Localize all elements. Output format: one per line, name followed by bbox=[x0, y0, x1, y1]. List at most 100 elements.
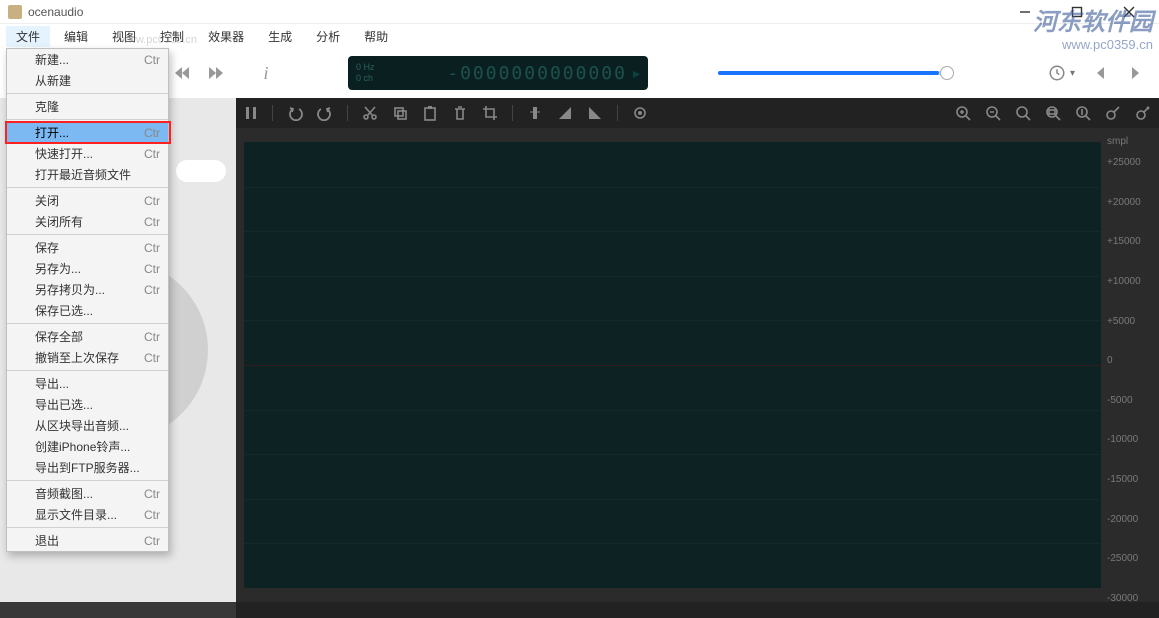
crop-icon[interactable] bbox=[482, 105, 498, 121]
menu-effects[interactable]: 效果器 bbox=[198, 26, 254, 47]
zoom-out-icon[interactable] bbox=[985, 105, 1001, 121]
menu-item-导出已选[interactable]: 导出已选... bbox=[7, 394, 168, 415]
menu-item-另存拷贝为[interactable]: 另存拷贝为...Ctr bbox=[7, 279, 168, 300]
tick: +5000 bbox=[1107, 316, 1155, 327]
paste-icon[interactable] bbox=[422, 105, 438, 121]
y-axis-ticks: +25000 +20000 +15000 +10000 +5000 0 -500… bbox=[1107, 157, 1155, 604]
menu-item-创建iPhone铃声[interactable]: 创建iPhone铃声... bbox=[7, 436, 168, 457]
menu-item-从新建[interactable]: 从新建 bbox=[7, 70, 168, 91]
transport-toolbar: i 0 Hz 0 ch -0000000000000 ▸ ▾ bbox=[0, 48, 1159, 98]
tick: +25000 bbox=[1107, 157, 1155, 168]
tick: +10000 bbox=[1107, 276, 1155, 287]
menu-item-shortcut: Ctr bbox=[144, 147, 160, 161]
menu-item-label: 保存 bbox=[35, 239, 59, 256]
tool2-icon[interactable] bbox=[1135, 105, 1151, 121]
history-button[interactable] bbox=[1048, 64, 1066, 82]
menu-separator bbox=[7, 234, 168, 235]
minimize-button[interactable] bbox=[1011, 2, 1039, 22]
menu-item-退出[interactable]: 退出 Ctr bbox=[7, 530, 168, 551]
menu-item-音频截图[interactable]: 音频截图...Ctr bbox=[7, 483, 168, 504]
menu-item-快速打开[interactable]: 快速打开...Ctr bbox=[7, 143, 168, 164]
menu-item-label: 保存已选... bbox=[35, 302, 93, 319]
menu-view[interactable]: 视图 bbox=[102, 26, 146, 47]
menu-item-shortcut: Ctr bbox=[144, 262, 160, 276]
redo-icon[interactable] bbox=[317, 105, 333, 121]
menu-item-保存全部[interactable]: 保存全部Ctr bbox=[7, 326, 168, 347]
info-button[interactable]: i bbox=[254, 61, 278, 85]
menu-item-打开最近音频文件[interactable]: 打开最近音频文件 bbox=[7, 164, 168, 185]
nav-back-button[interactable] bbox=[1093, 65, 1109, 81]
menu-item-shortcut: Ctr bbox=[144, 351, 160, 365]
menu-separator bbox=[7, 119, 168, 120]
window-controls bbox=[1011, 2, 1143, 22]
volume-slider[interactable] bbox=[718, 71, 948, 75]
delete-icon[interactable] bbox=[452, 105, 468, 121]
waveform-canvas[interactable] bbox=[244, 142, 1101, 588]
menu-item-克隆[interactable]: 克隆 bbox=[7, 96, 168, 117]
tick: -20000 bbox=[1107, 514, 1155, 525]
close-button[interactable] bbox=[1115, 2, 1143, 22]
canvas-toolbar bbox=[236, 98, 1159, 128]
forward-button[interactable] bbox=[204, 61, 228, 85]
menu-item-label: 另存为... bbox=[35, 260, 81, 277]
tool1-icon[interactable] bbox=[1105, 105, 1121, 121]
cut-icon[interactable] bbox=[362, 105, 378, 121]
menu-edit[interactable]: 编辑 bbox=[54, 26, 98, 47]
menu-control[interactable]: 控制 bbox=[150, 26, 194, 47]
menu-item-导出到FTP服务器[interactable]: 导出到FTP服务器... bbox=[7, 457, 168, 478]
menu-item-label: 从新建 bbox=[35, 72, 71, 89]
zoom-in-icon[interactable] bbox=[955, 105, 971, 121]
level-ch: 0 ch bbox=[356, 73, 375, 84]
menu-generate[interactable]: 生成 bbox=[258, 26, 302, 47]
slider-thumb[interactable] bbox=[940, 66, 954, 80]
menu-item-导出[interactable]: 导出... bbox=[7, 373, 168, 394]
level-indicator-icon: ▸ bbox=[633, 65, 640, 82]
menu-item-另存为[interactable]: 另存为... Ctr bbox=[7, 258, 168, 279]
menu-item-label: 关闭 bbox=[35, 192, 59, 209]
zoom-sel-icon[interactable] bbox=[1045, 105, 1061, 121]
record-icon[interactable] bbox=[632, 105, 648, 121]
history-dropdown-icon[interactable]: ▾ bbox=[1070, 68, 1075, 79]
menu-item-撤销至上次保存[interactable]: 撤销至上次保存Ctr bbox=[7, 347, 168, 368]
zoom-vert-icon[interactable] bbox=[1075, 105, 1091, 121]
menu-item-新建[interactable]: 新建...Ctr bbox=[7, 49, 168, 70]
menu-item-打开[interactable]: 打开...Ctr bbox=[7, 122, 168, 143]
tick: +15000 bbox=[1107, 236, 1155, 247]
maximize-button[interactable] bbox=[1063, 2, 1091, 22]
timeline-strip[interactable] bbox=[236, 602, 1159, 618]
menu-item-label: 退出 bbox=[35, 532, 59, 549]
menu-item-shortcut: Ctr bbox=[144, 534, 160, 548]
menu-separator bbox=[7, 527, 168, 528]
pause-icon[interactable] bbox=[244, 106, 258, 120]
menu-item-关闭所有[interactable]: 关闭所有Ctr bbox=[7, 211, 168, 232]
menu-item-保存已选[interactable]: 保存已选... bbox=[7, 300, 168, 321]
menu-item-保存[interactable]: 保存Ctr bbox=[7, 237, 168, 258]
tick: +20000 bbox=[1107, 197, 1155, 208]
menu-item-显示文件目录[interactable]: 显示文件目录...Ctr bbox=[7, 504, 168, 525]
gain-icon[interactable] bbox=[527, 105, 543, 121]
menu-item-shortcut: Ctr bbox=[144, 53, 160, 67]
menu-item-label: 另存拷贝为... bbox=[35, 281, 105, 298]
copy-icon[interactable] bbox=[392, 105, 408, 121]
right-tools: ▾ bbox=[1048, 64, 1143, 82]
zoom-fit-icon[interactable] bbox=[1015, 105, 1031, 121]
tick: 0 bbox=[1107, 355, 1155, 366]
undo-icon[interactable] bbox=[287, 105, 303, 121]
y-axis: smpl +25000 +20000 +15000 +10000 +5000 0… bbox=[1103, 128, 1159, 604]
menu-item-label: 显示文件目录... bbox=[35, 506, 117, 523]
menu-item-label: 打开... bbox=[35, 124, 69, 141]
panel-pill bbox=[176, 160, 226, 182]
menu-item-关闭[interactable]: 关闭 Ctr bbox=[7, 190, 168, 211]
menu-help[interactable]: 帮助 bbox=[354, 26, 398, 47]
menu-item-shortcut: Ctr bbox=[144, 194, 160, 208]
rewind-button[interactable] bbox=[170, 61, 194, 85]
app-title: ocenaudio bbox=[28, 5, 83, 19]
fadein-icon[interactable] bbox=[557, 105, 573, 121]
nav-forward-button[interactable] bbox=[1127, 65, 1143, 81]
menu-item-label: 导出已选... bbox=[35, 396, 93, 413]
menu-item-从区块导出音频[interactable]: 从区块导出音频... bbox=[7, 415, 168, 436]
menu-analyze[interactable]: 分析 bbox=[306, 26, 350, 47]
menu-file[interactable]: 文件 bbox=[6, 26, 50, 47]
menu-item-label: 创建iPhone铃声... bbox=[35, 438, 130, 455]
fadeout-icon[interactable] bbox=[587, 105, 603, 121]
